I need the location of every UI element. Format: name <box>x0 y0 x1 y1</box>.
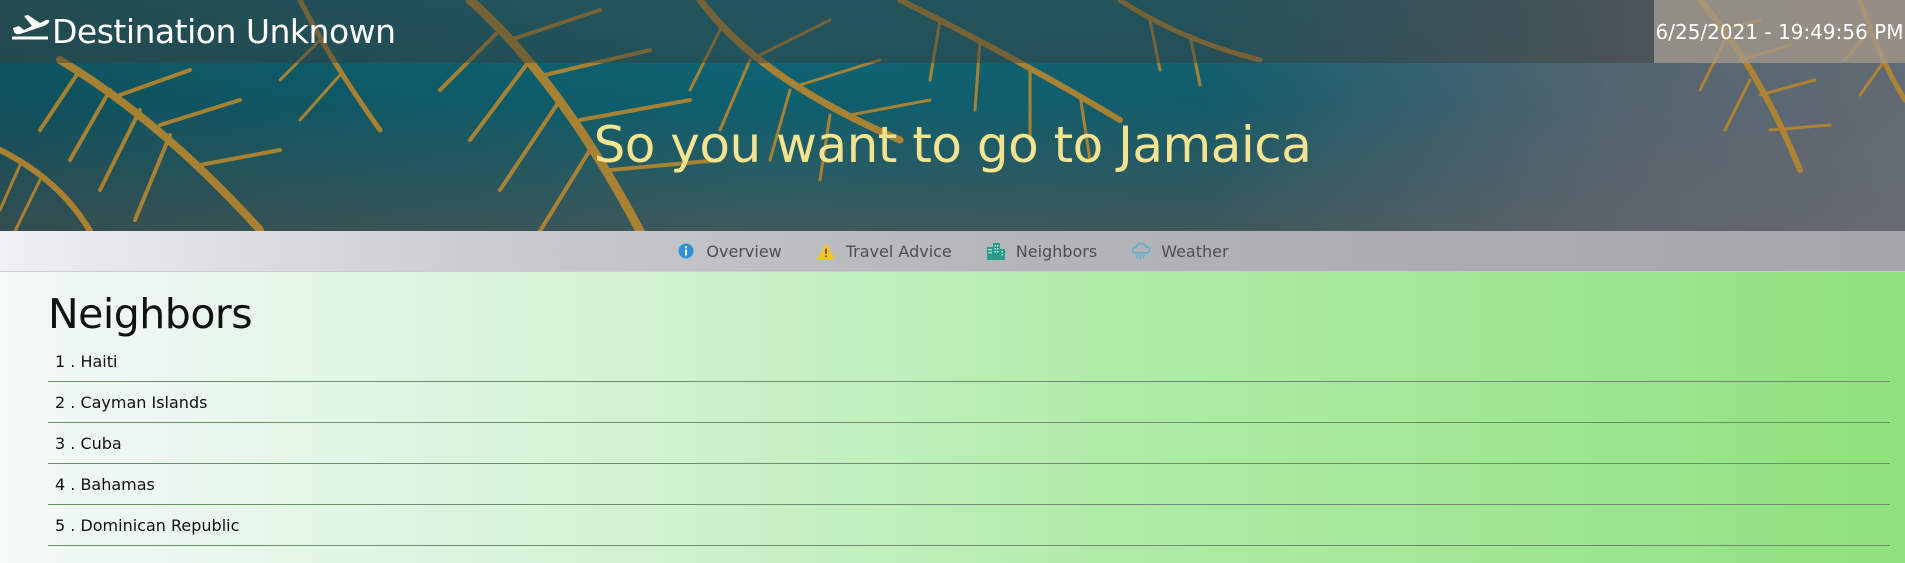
list-item: 4 . Bahamas <box>48 464 1890 505</box>
top-bar: Destination Unknown 6/25/2021 - 19:49:56… <box>0 0 1905 63</box>
nav-label-weather: Weather <box>1161 241 1229 261</box>
nav-label-overview: Overview <box>706 241 782 261</box>
list-item: 1 . Haiti <box>48 341 1890 382</box>
nav-item-overview[interactable]: Overview <box>676 241 782 261</box>
warning-icon <box>816 241 836 261</box>
neighbor-list: 1 . Haiti 2 . Cayman Islands 3 . Cuba 4 … <box>48 341 1890 546</box>
section-nav: Overview Travel Advice Neighbors Weather <box>0 231 1905 272</box>
neighbors-section: Neighbors 1 . Haiti 2 . Cayman Islands 3… <box>0 272 1905 563</box>
brand[interactable]: Destination Unknown <box>10 7 396 55</box>
list-item: 2 . Cayman Islands <box>48 382 1890 423</box>
nav-label-neighbors: Neighbors <box>1015 241 1098 261</box>
info-icon <box>676 241 696 261</box>
list-item: 3 . Cuba <box>48 423 1890 464</box>
nav-item-weather[interactable]: Weather <box>1131 241 1229 261</box>
hero-heading: So you want to go to Jamaica <box>593 116 1312 174</box>
nav-item-travel-advice[interactable]: Travel Advice <box>816 241 952 261</box>
airplane-departure-icon <box>10 12 50 50</box>
nav-item-neighbors[interactable]: Neighbors <box>986 241 1097 261</box>
brand-title: Destination Unknown <box>52 11 396 51</box>
nav-label-travel-advice: Travel Advice <box>845 241 952 261</box>
cloud-rain-icon <box>1131 241 1151 261</box>
datetime-display: 6/25/2021 - 19:49:56 PM <box>1654 0 1905 63</box>
city-buildings-icon <box>986 241 1006 261</box>
section-title: Neighbors <box>48 290 253 338</box>
hero-banner: Destination Unknown 6/25/2021 - 19:49:56… <box>0 0 1905 231</box>
list-item: 5 . Dominican Republic <box>48 505 1890 546</box>
